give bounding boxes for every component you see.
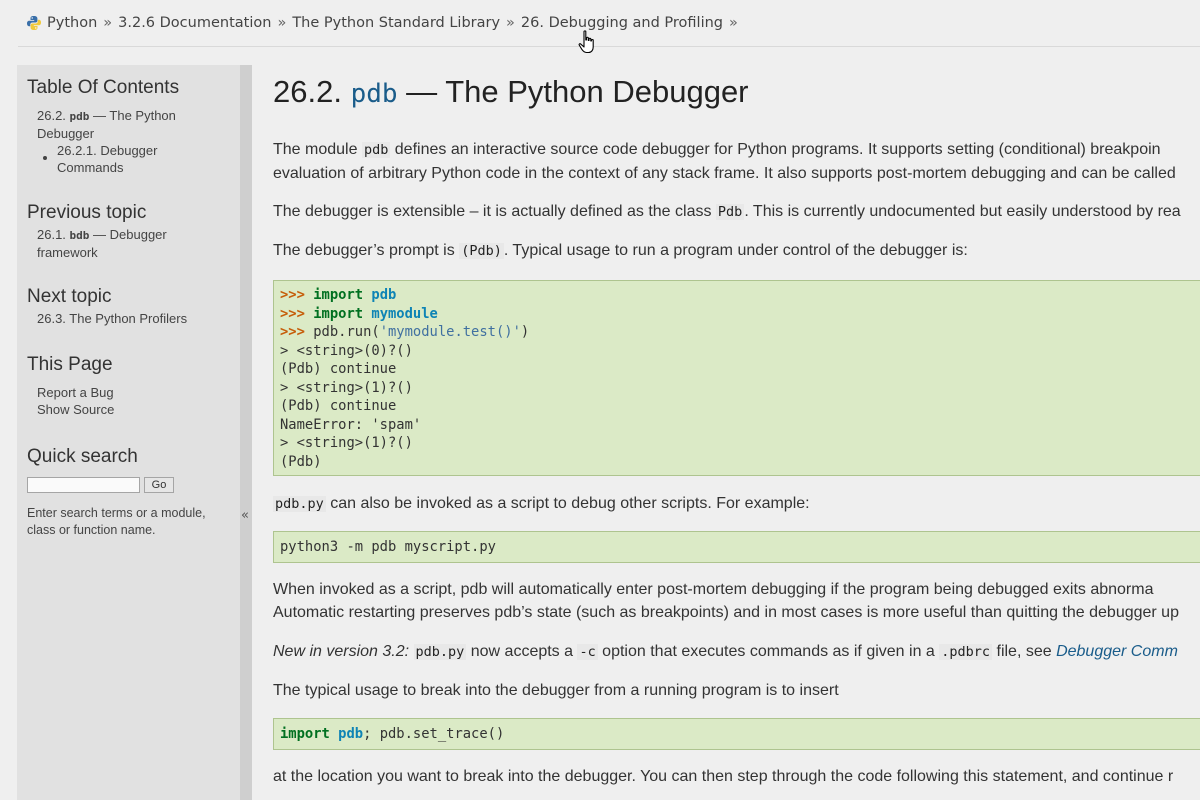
this-page-heading: This Page bbox=[27, 354, 113, 375]
code-block-set-trace: import pdb; pdb.set_trace() bbox=[273, 718, 1200, 750]
page-title: 26.2. pdb — The Python Debugger bbox=[273, 74, 749, 109]
hand-pointer-cursor-icon bbox=[578, 30, 594, 54]
code-block-usage: >>> import pdb >>> import mymodule >>> p… bbox=[273, 280, 1200, 476]
previous-topic-heading: Previous topic bbox=[27, 202, 147, 223]
breadcrumb-documentation[interactable]: 3.2.6 Documentation bbox=[118, 15, 271, 31]
toc-heading: Table Of Contents bbox=[27, 77, 180, 98]
inline-code: (Pdb) bbox=[459, 243, 504, 259]
breadcrumb-python[interactable]: Python bbox=[47, 15, 97, 31]
debugger-commands-link[interactable]: Debugger Comm bbox=[1056, 643, 1178, 660]
search-input[interactable] bbox=[27, 477, 140, 493]
inline-code: Pdb bbox=[715, 204, 745, 220]
sidebar: Table Of Contents 26.2. pdb — The Python… bbox=[17, 65, 240, 800]
paragraph-intro: The module pdb defines an interactive so… bbox=[273, 141, 1176, 182]
paragraph-location: at the location you want to break into t… bbox=[273, 768, 1174, 785]
paragraph-prompt: The debugger’s prompt is (Pdb). Typical … bbox=[273, 242, 968, 259]
quick-search-heading: Quick search bbox=[27, 446, 138, 467]
paragraph-post-mortem: When invoked as a script, pdb will autom… bbox=[273, 581, 1179, 621]
next-topic-link[interactable]: 26.3. The Python Profilers bbox=[37, 310, 187, 327]
toc-link-debugger-commands[interactable]: 26.2.1. Debugger Commands bbox=[57, 142, 157, 176]
previous-topic-link[interactable]: 26.1. bdb — Debugger framework bbox=[37, 226, 167, 261]
toc-link-pdb[interactable]: 26.2. pdb — The Python Debugger bbox=[37, 107, 176, 142]
paragraph-version-note: New in version 3.2: pdb.py now accepts a… bbox=[273, 643, 1178, 660]
paragraph-break-usage: The typical usage to break into the debu… bbox=[273, 682, 839, 699]
inline-code: -c bbox=[577, 644, 598, 660]
show-source-link[interactable]: Show Source bbox=[37, 401, 114, 418]
collapse-sidebar-button[interactable]: « bbox=[241, 508, 249, 523]
report-bug-link[interactable]: Report a Bug bbox=[37, 384, 114, 401]
sidebar-collapse-bar[interactable] bbox=[240, 65, 252, 800]
search-go-button[interactable]: Go bbox=[144, 477, 174, 493]
python-logo-icon bbox=[27, 16, 41, 30]
breadcrumb-separator: » bbox=[103, 15, 113, 31]
code-block-script: python3 -m pdb myscript.py bbox=[273, 531, 1200, 563]
bullet bbox=[43, 156, 47, 160]
inline-code: pdb.py bbox=[273, 496, 326, 512]
inline-code: pdb.py bbox=[413, 644, 467, 660]
search-help-text: Enter search terms or a module, class or… bbox=[27, 506, 206, 537]
paragraph-script: pdb.py can also be invoked as a script t… bbox=[273, 495, 810, 512]
next-topic-heading: Next topic bbox=[27, 286, 112, 307]
main-content: 26.2. pdb — The Python Debugger The modu… bbox=[273, 0, 1200, 800]
inline-code: .pdbrc bbox=[939, 644, 993, 660]
inline-code: pdb bbox=[361, 142, 391, 158]
paragraph-extensible: The debugger is extensible – it is actua… bbox=[273, 203, 1181, 220]
